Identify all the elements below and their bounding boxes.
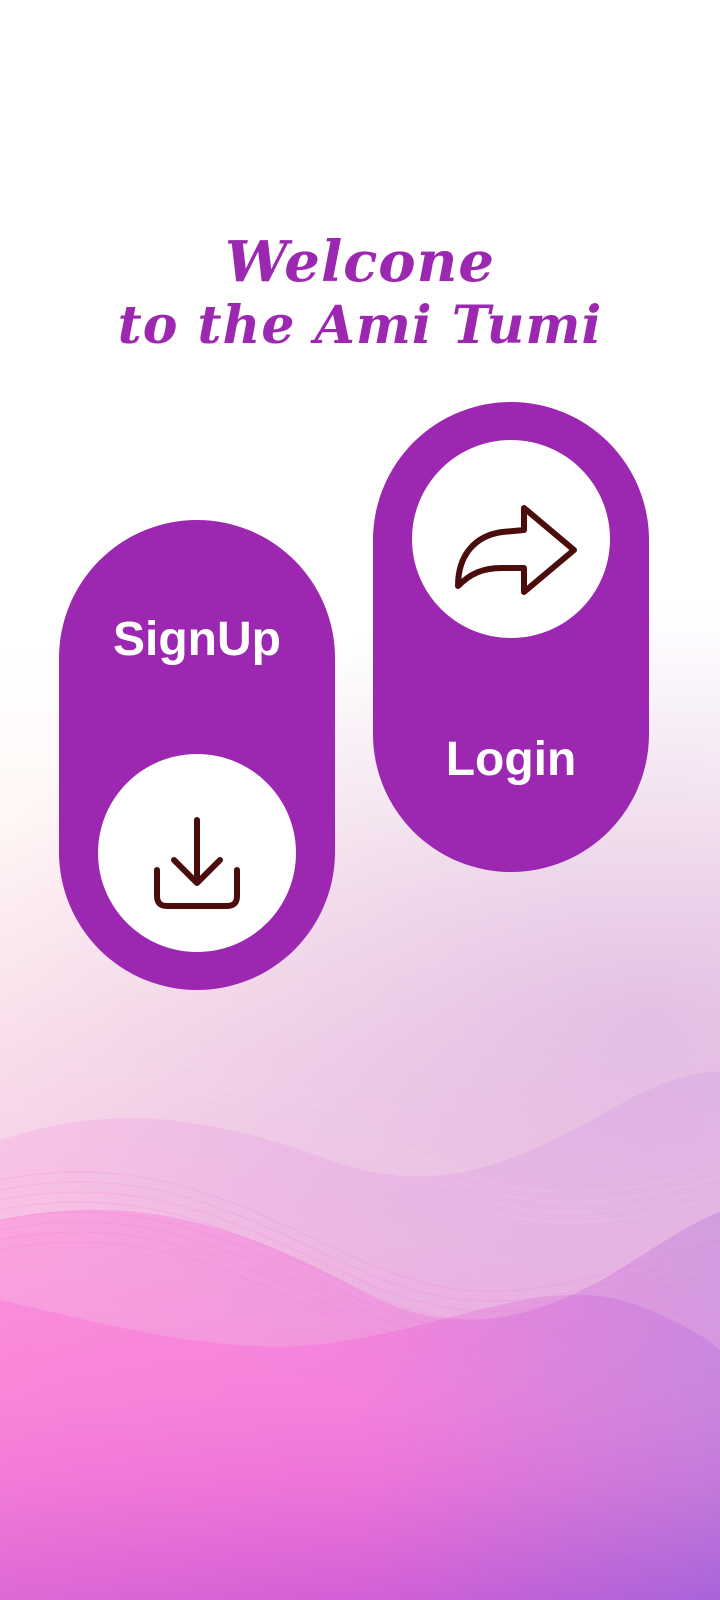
login-icon-circle [412, 440, 610, 638]
welcome-title-line-2: to the Ami Tumi [117, 295, 603, 356]
share-arrow-icon [455, 505, 577, 595]
signup-label: SignUp [113, 613, 281, 666]
login-label: Login [445, 733, 577, 786]
download-icon [154, 817, 240, 909]
signup-button[interactable]: SignUp [59, 520, 335, 990]
login-button[interactable]: Login [373, 402, 649, 872]
signup-icon-circle [98, 754, 296, 952]
welcome-title-line-1: Welcone [224, 229, 496, 295]
